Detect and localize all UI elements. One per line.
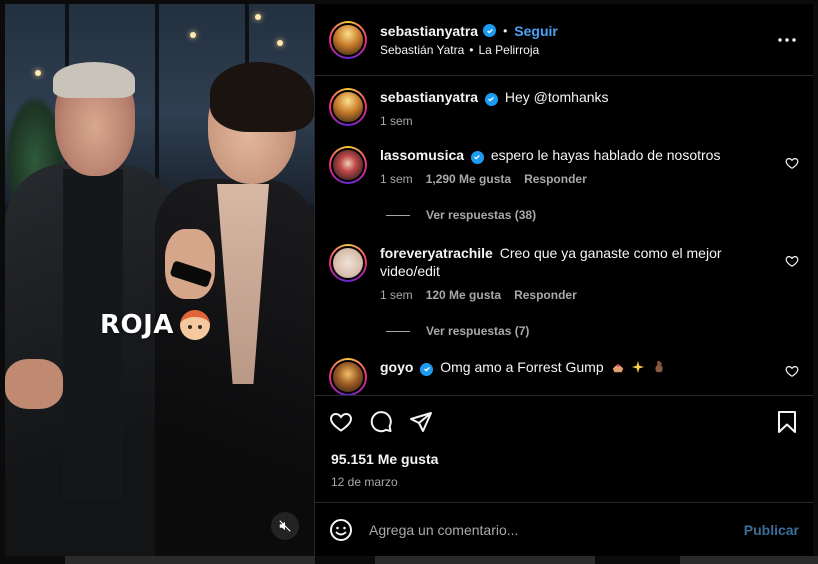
mute-button[interactable] bbox=[271, 512, 299, 540]
comment-likes[interactable]: 120 Me gusta bbox=[426, 288, 501, 302]
post-actions bbox=[315, 395, 813, 447]
verified-badge-icon bbox=[470, 150, 484, 164]
comment-time[interactable]: 1 sem bbox=[380, 288, 413, 302]
crossed-fingers-emoji bbox=[655, 360, 663, 373]
like-comment-heart-icon[interactable] bbox=[785, 156, 799, 170]
publish-button[interactable]: Publicar bbox=[744, 522, 799, 538]
post-caption: sebastianyatra Hey @tomhanks 1 sem bbox=[329, 88, 799, 128]
ceiling-light bbox=[255, 14, 261, 20]
comment-username[interactable]: foreveryatrachile bbox=[380, 245, 493, 261]
emoji-picker-button[interactable] bbox=[329, 518, 353, 542]
view-replies-button[interactable]: Ver respuestas (38) bbox=[386, 208, 799, 222]
add-comment-bar: Publicar bbox=[315, 502, 813, 556]
send-icon bbox=[410, 411, 432, 432]
comment-username[interactable]: lassomusica bbox=[380, 147, 464, 163]
author-avatar[interactable] bbox=[329, 20, 367, 59]
caption-time[interactable]: 1 sem bbox=[380, 114, 413, 128]
post-header: sebastianyatra • Seguir Sebastián Yatra … bbox=[315, 4, 813, 76]
heart-icon bbox=[330, 412, 352, 432]
caption-text: Hey @tomhanks bbox=[504, 89, 609, 105]
backdrop-thumb bbox=[680, 556, 818, 564]
like-button[interactable] bbox=[329, 410, 353, 434]
bookmark-icon bbox=[778, 410, 796, 433]
post-video[interactable]: ROJA bbox=[5, 4, 314, 556]
commenter-avatar[interactable] bbox=[329, 358, 367, 395]
reply-button[interactable]: Responder bbox=[524, 172, 587, 186]
share-button[interactable] bbox=[409, 410, 433, 434]
author-avatar[interactable] bbox=[329, 88, 367, 126]
sparkles-emoji bbox=[632, 360, 645, 374]
comment-item: foreveryatrachile Creo que ya ganaste co… bbox=[329, 244, 799, 302]
ceiling-light bbox=[35, 70, 41, 76]
follow-button[interactable]: Seguir bbox=[514, 23, 558, 39]
comment-item: goyo Omg amo a Forrest Gump bbox=[329, 358, 799, 395]
post-modal: ROJA sebastianyatra • Seguir Sebastián Y… bbox=[5, 4, 813, 556]
like-comment-heart-icon[interactable] bbox=[785, 364, 799, 378]
like-comment-heart-icon[interactable] bbox=[785, 254, 799, 268]
view-replies-button[interactable]: Ver respuestas (7) bbox=[386, 324, 799, 338]
verified-badge-icon bbox=[484, 92, 498, 106]
reply-button[interactable]: Responder bbox=[514, 288, 577, 302]
comment-icon bbox=[370, 410, 392, 432]
separator: • bbox=[503, 23, 508, 38]
comment-username[interactable]: goyo bbox=[380, 359, 413, 375]
verified-badge-icon bbox=[420, 362, 434, 376]
more-options-button[interactable] bbox=[775, 28, 799, 52]
post-panel: sebastianyatra • Seguir Sebastián Yatra … bbox=[314, 4, 813, 556]
likes-count[interactable]: 95.151 Me gusta bbox=[315, 447, 813, 467]
comment-button[interactable] bbox=[369, 410, 393, 434]
save-button[interactable] bbox=[775, 410, 799, 434]
view-replies-label: Ver respuestas (7) bbox=[426, 324, 530, 338]
view-replies-label: Ver respuestas (38) bbox=[426, 208, 537, 222]
ceiling-light bbox=[190, 32, 196, 38]
comment-text: Omg amo a Forrest Gump bbox=[440, 359, 604, 375]
audio-track[interactable]: La Pelirroja bbox=[478, 43, 539, 57]
hands-heart-emoji bbox=[612, 364, 623, 373]
window-frame bbox=[155, 4, 159, 204]
comment-input[interactable] bbox=[369, 521, 744, 538]
verified-badge-icon bbox=[483, 24, 497, 37]
comments-list[interactable]: sebastianyatra Hey @tomhanks 1 sem lasso… bbox=[315, 76, 813, 395]
smiley-icon bbox=[330, 518, 352, 541]
author-username[interactable]: sebastianyatra bbox=[380, 23, 478, 39]
backdrop-thumb bbox=[65, 556, 315, 564]
comment-likes[interactable]: 1,290 Me gusta bbox=[426, 172, 511, 186]
more-dots-icon bbox=[778, 37, 796, 42]
commenter-avatar[interactable] bbox=[329, 244, 367, 282]
video-caption-text: ROJA bbox=[100, 310, 174, 340]
speaker-muted-icon bbox=[279, 520, 291, 532]
separator: • bbox=[469, 42, 474, 57]
ceiling-light bbox=[277, 40, 283, 46]
comment-time[interactable]: 1 sem bbox=[380, 172, 413, 186]
comment-item: lassomusica espero le hayas hablado de n… bbox=[329, 146, 799, 186]
comment-text: espero le hayas hablado de nosotros bbox=[490, 147, 721, 163]
post-date: 12 de marzo bbox=[331, 475, 398, 489]
red-haired-woman-emoji bbox=[179, 310, 210, 340]
author-fullname[interactable]: Sebastián Yatra bbox=[380, 43, 464, 57]
caption-username[interactable]: sebastianyatra bbox=[380, 89, 478, 105]
video-caption: ROJA bbox=[100, 310, 210, 340]
backdrop-thumb bbox=[375, 556, 595, 564]
commenter-avatar[interactable] bbox=[329, 146, 367, 184]
